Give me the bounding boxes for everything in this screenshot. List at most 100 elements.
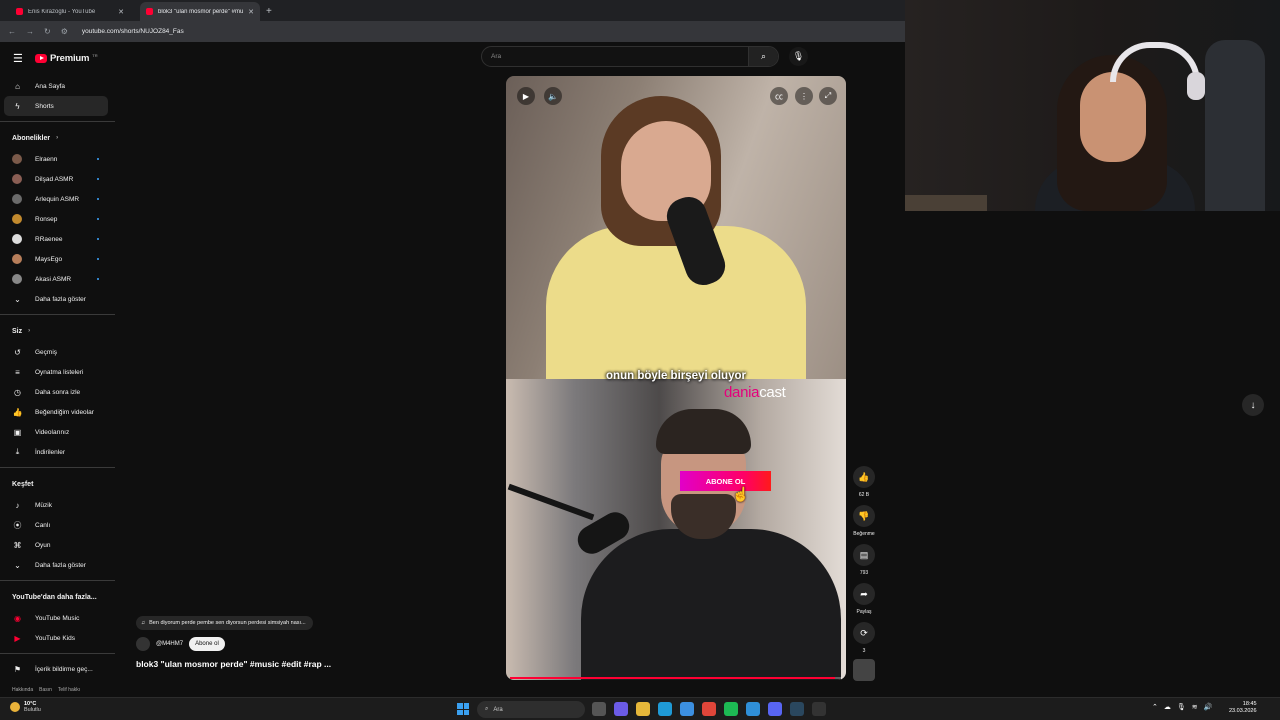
sidebar-item-gaming[interactable]: ⌘ Oyun xyxy=(0,535,115,555)
sidebar-item-subscription[interactable]: Dilşad ASMR xyxy=(0,169,115,189)
video-title[interactable]: blok3 "ulan mosmor perde" #music #edit #… xyxy=(136,659,331,669)
sidebar-item-shorts[interactable]: ϟ Shorts xyxy=(4,96,108,116)
dislike-button[interactable]: 👎 Beğenme xyxy=(852,505,876,537)
spotify-icon[interactable] xyxy=(724,702,738,716)
captions-icon[interactable]: ㏄ xyxy=(770,87,788,105)
share-label: Paylaş xyxy=(856,609,872,615)
tab-title: Enis Kirazoglu - YouTube xyxy=(28,8,96,15)
microphone-icon[interactable]: 🎙 xyxy=(789,47,808,66)
more-vert-icon[interactable]: ⋮ xyxy=(795,87,813,105)
sidebar-item-watch-later[interactable]: ◷ Daha sonra izle xyxy=(0,382,115,402)
footer-link[interactable]: Telif hakkı xyxy=(58,687,80,693)
sidebar-item-downloads[interactable]: ⤓ İndirilenler xyxy=(0,442,115,462)
sidebar-item-youtube-kids[interactable]: ▶ YouTube Kids xyxy=(0,628,115,648)
taskbar-search[interactable]: ⌕ Ara xyxy=(477,701,585,718)
avatar xyxy=(12,254,22,264)
sidebar-item-report-history[interactable]: ⚑ İçerik bildirme geç... xyxy=(0,659,115,679)
remix-button[interactable]: ⟳ 3 xyxy=(852,622,876,654)
channel-name[interactable]: @M4HM7 xyxy=(156,641,183,647)
sidebar-item-youtube-music[interactable]: ◉ YouTube Music xyxy=(0,608,115,628)
steam-icon[interactable] xyxy=(790,702,804,716)
plus-icon[interactable]: + xyxy=(266,2,272,21)
sidebar-item-music[interactable]: ♪ Müzik xyxy=(0,495,115,515)
discord-icon[interactable] xyxy=(768,702,782,716)
you-heading[interactable]: Siz › xyxy=(0,320,115,342)
volume-icon[interactable]: 🔈 xyxy=(544,87,562,105)
sidebar-item-live[interactable]: ⦿ Canlı xyxy=(0,515,115,535)
hand-cursor-icon: ☝ xyxy=(732,486,750,502)
vscode-icon[interactable] xyxy=(746,702,760,716)
video-caption-text: onun böyle birşeyi oluyor xyxy=(606,370,746,382)
mic-tray-icon[interactable]: 🎙 xyxy=(1177,703,1186,711)
search-input[interactable]: Ara xyxy=(482,53,748,60)
in-video-subscribe-graphic: ABONE OL xyxy=(680,471,771,491)
sidebar-item-subscription[interactable]: Ronsep xyxy=(0,209,115,229)
sidebar-item-label: Daha fazla göster xyxy=(35,295,86,303)
close-icon[interactable]: ✕ xyxy=(118,8,124,16)
browser-tab-0[interactable]: Enis Kirazoglu - YouTube ✕ xyxy=(10,2,130,21)
like-button[interactable]: 👍 62 B xyxy=(852,466,876,498)
forward-arrow-icon[interactable]: → xyxy=(26,27,34,36)
arrow-down-icon[interactable]: ↓ xyxy=(1242,394,1264,416)
file-explorer-icon[interactable] xyxy=(636,702,650,716)
shorts-video-player[interactable]: ▶ 🔈 ㏄ ⋮ ⤢ onun böyle birşeyi oluyor dani… xyxy=(506,76,846,680)
search-box[interactable]: Ara ⌕ xyxy=(481,46,779,67)
avatar xyxy=(12,154,22,164)
edge-icon[interactable] xyxy=(658,702,672,716)
avatar[interactable] xyxy=(136,637,150,651)
site-info-icon[interactable]: ⚙ xyxy=(61,27,68,36)
play-icon[interactable]: ▶ xyxy=(517,87,535,105)
footer-link[interactable]: Hakkında xyxy=(12,687,33,693)
headphones-icon xyxy=(1110,42,1200,82)
progress-bar[interactable] xyxy=(510,677,842,679)
weather-widget[interactable]: 10°C Bulutlu xyxy=(10,701,41,713)
comments-button[interactable]: ▤ 793 xyxy=(852,544,876,576)
chevron-right-icon: › xyxy=(28,328,31,334)
url-field[interactable]: youtube.com/shorts/NUJOZ84_Fas xyxy=(82,28,184,35)
sidebar-item-history[interactable]: ↺ Geçmiş xyxy=(0,342,115,362)
taskbar-clock[interactable]: 18:45 23.03.2026 xyxy=(1229,701,1257,715)
download-icon: ⤓ xyxy=(15,447,20,456)
chevron-up-icon[interactable]: ⌃ xyxy=(1152,703,1158,711)
copilot-icon[interactable] xyxy=(614,702,628,716)
subscribe-button[interactable]: Abone ol xyxy=(189,637,225,651)
browser-tab-1[interactable]: blok3 "ulan mosmor perde" #mus ✕ xyxy=(140,2,260,21)
sidebar-item-home[interactable]: ⌂ Ana Sayfa xyxy=(0,76,115,96)
live-icon: ⦿ xyxy=(13,520,22,530)
footer-link[interactable]: Basın xyxy=(39,687,52,693)
weather-desc: Bulutlu xyxy=(24,707,41,713)
sidebar-item-subscription[interactable]: Akasi ASMR xyxy=(0,269,115,289)
close-icon[interactable]: ✕ xyxy=(248,8,254,16)
store-icon[interactable] xyxy=(680,702,694,716)
sidebar-item-liked-videos[interactable]: 👍 Beğendiğim videolar xyxy=(0,402,115,422)
sidebar-item-playlists[interactable]: ≡ Oynatma listeleri xyxy=(0,362,115,382)
speaker-icon[interactable]: 🔊 xyxy=(1204,703,1213,711)
sidebar-item-subscription[interactable]: MaysEgo xyxy=(0,249,115,269)
wifi-icon[interactable]: ≋ xyxy=(1192,703,1198,711)
sidebar-item-your-videos[interactable]: ▣ Videolarınız xyxy=(0,422,115,442)
music-pill[interactable]: ♫ Ben diyorum perde pembe sen diyorsun p… xyxy=(136,616,313,630)
fullscreen-icon[interactable]: ⤢ xyxy=(819,87,837,105)
sidebar-item-label: Elraenn xyxy=(35,155,58,163)
obs-icon[interactable] xyxy=(812,702,826,716)
clock-icon: ◷ xyxy=(14,387,21,397)
avatar xyxy=(12,234,22,244)
task-view-icon[interactable] xyxy=(592,702,606,716)
menu-icon[interactable]: ☰ xyxy=(13,52,25,65)
show-more-explore[interactable]: ⌄ Daha fazla göster xyxy=(0,555,115,575)
sidebar-item-subscription[interactable]: Elraenn xyxy=(0,149,115,169)
search-icon[interactable]: ⌕ xyxy=(748,47,778,66)
subscriptions-heading[interactable]: Abonelikler › xyxy=(0,127,115,149)
sound-thumbnail-button[interactable] xyxy=(852,659,876,681)
share-button[interactable]: ➦ Paylaş xyxy=(852,583,876,615)
thumb-down-icon: 👎 xyxy=(853,505,875,527)
sidebar-item-subscription[interactable]: RRaenee xyxy=(0,229,115,249)
show-more-subscriptions[interactable]: ⌄ Daha fazla göster xyxy=(0,289,115,309)
youtube-logo[interactable]: Premium TR xyxy=(35,53,98,64)
reload-icon[interactable]: ↻ xyxy=(44,27,51,36)
windows-start-icon[interactable] xyxy=(457,703,469,715)
cloud-icon[interactable]: ☁ xyxy=(1164,703,1171,711)
sidebar-item-subscription[interactable]: Arlequin ASMR xyxy=(0,189,115,209)
chrome-icon[interactable] xyxy=(702,702,716,716)
back-arrow-icon[interactable]: ← xyxy=(8,27,16,36)
